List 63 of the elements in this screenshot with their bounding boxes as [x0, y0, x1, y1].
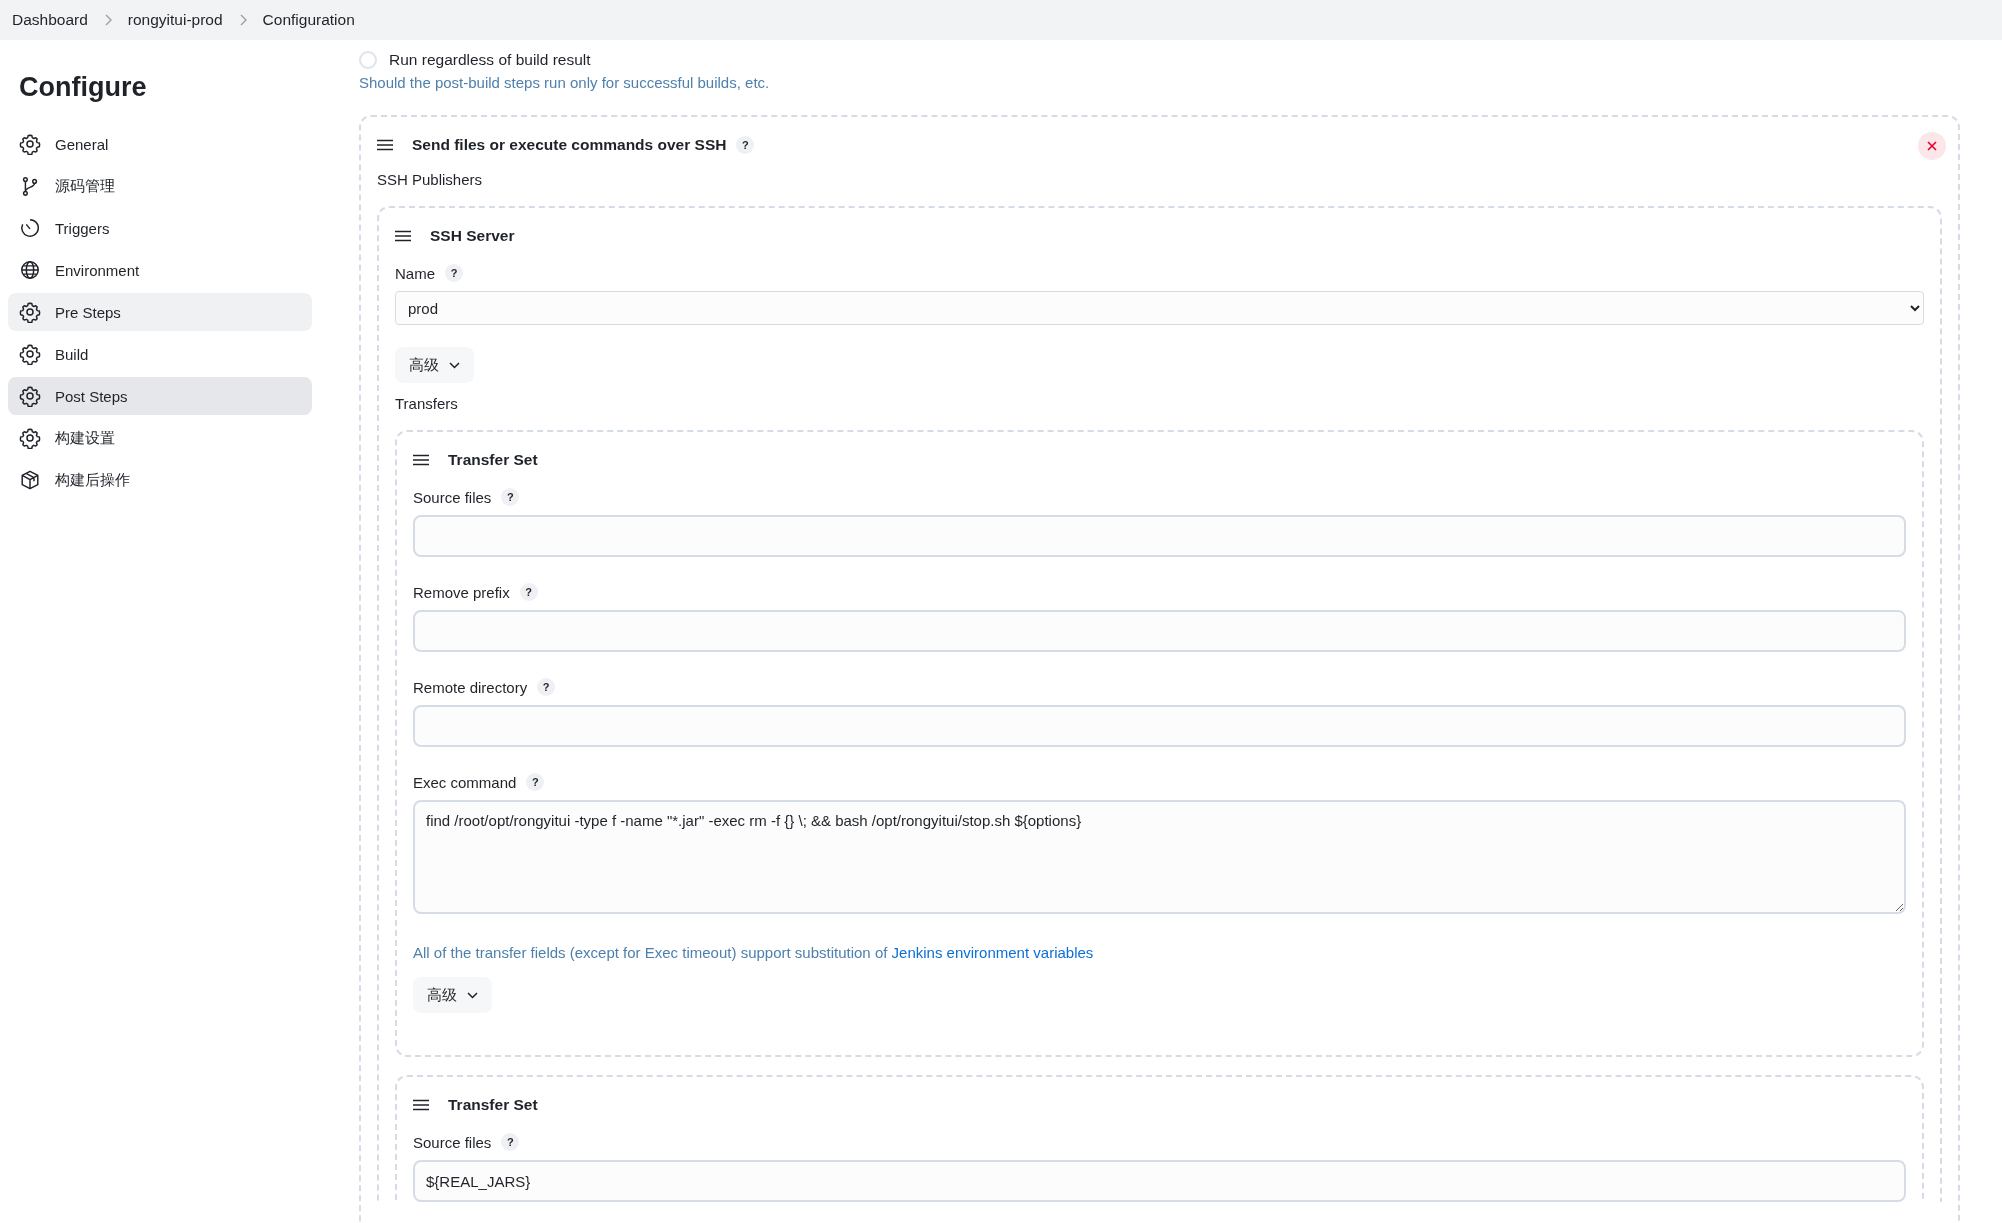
drag-handle-icon[interactable] [395, 230, 411, 242]
sidebar-item[interactable]: Environment [8, 251, 312, 289]
hint-text: Should the post-build steps run only for successful builds, etc. [359, 74, 771, 91]
field-label: Name [395, 264, 435, 282]
drag-handle-icon[interactable] [413, 1099, 429, 1111]
breadcrumb-link[interactable]: Dashboard [12, 11, 88, 29]
radio-label: Run regardless of build result [389, 51, 591, 69]
timer-icon [19, 217, 41, 239]
help-button[interactable]: ? [445, 264, 463, 282]
field-label: Remove prefix [413, 583, 510, 601]
close-icon [1927, 141, 1937, 151]
chevron-down-icon [467, 991, 478, 999]
link[interactable]: Jenkins environment variables [891, 944, 1094, 961]
select-field[interactable]: prod [395, 291, 1924, 325]
field-label: Remote directory [413, 678, 528, 696]
input-field[interactable]: ${REAL_JARS} [413, 1160, 1906, 1202]
gear-icon [19, 301, 41, 323]
help-button[interactable]: ? [519, 583, 538, 601]
chevron-right-icon [238, 14, 247, 26]
input-field[interactable] [413, 610, 1906, 652]
section-title: Transfer Set [448, 451, 538, 469]
help-button[interactable]: ? [526, 773, 545, 791]
sidebar-item[interactable]: Triggers [8, 209, 312, 247]
text-area[interactable]: find /root/opt/rongyitui -type f -name "*.jar" -exec rm -f {} \; && bash /opt/rongyitui/stop.sh ${options} [413, 800, 1906, 914]
help-button[interactable]: ? [501, 1133, 520, 1151]
gear-icon [19, 343, 41, 365]
gear-icon [19, 133, 41, 155]
globe-icon [19, 259, 41, 281]
advanced-button[interactable]: 高级 [413, 977, 492, 1013]
gear-icon [19, 385, 41, 407]
chevron-right-icon [103, 14, 112, 26]
advanced-button[interactable]: 高级 [395, 347, 474, 383]
section-title: SSH Server [430, 227, 515, 245]
sidebar-item[interactable]: 构建设置 [8, 419, 312, 457]
field-label: Source files [413, 1133, 492, 1151]
help-text: All of the transfer fields (except for Exec timeout) support substitution of Jenkins environment variables [413, 944, 1095, 961]
gear-icon [19, 427, 41, 449]
drag-handle-icon[interactable] [377, 139, 393, 151]
input-field[interactable] [413, 705, 1906, 747]
chevron-down-icon [449, 361, 460, 369]
close-button[interactable] [1918, 132, 1946, 160]
input-field[interactable] [413, 515, 1906, 557]
section-label: Transfers [395, 395, 459, 412]
breadcrumb-link[interactable]: rongyitui-prod [127, 11, 223, 29]
section-title: Transfer Set [448, 1096, 538, 1114]
sidebar-item[interactable]: General [8, 125, 312, 163]
package-icon [19, 469, 41, 491]
sidebar-item[interactable]: Build [8, 335, 312, 373]
section-label: SSH Publishers [377, 171, 484, 188]
sidebar-item[interactable]: 源码管理 [8, 167, 312, 205]
field-label: Exec command [413, 773, 517, 791]
sidebar-item[interactable]: Post Steps [8, 377, 312, 415]
help-button[interactable]: ? [501, 488, 520, 506]
sidebar-item[interactable]: 构建后操作 [8, 461, 312, 499]
field-label: Source files [413, 488, 492, 506]
page-title: Configure [19, 72, 148, 103]
section-title: Send files or execute commands over SSH [412, 136, 727, 154]
help-button[interactable]: ? [736, 136, 755, 154]
drag-handle-icon[interactable] [413, 454, 429, 466]
help-button[interactable]: ? [537, 678, 556, 696]
breadcrumb-link[interactable]: Configuration [262, 11, 355, 29]
radio-button[interactable] [359, 51, 377, 69]
sidebar-item[interactable]: Pre Steps [8, 293, 312, 331]
